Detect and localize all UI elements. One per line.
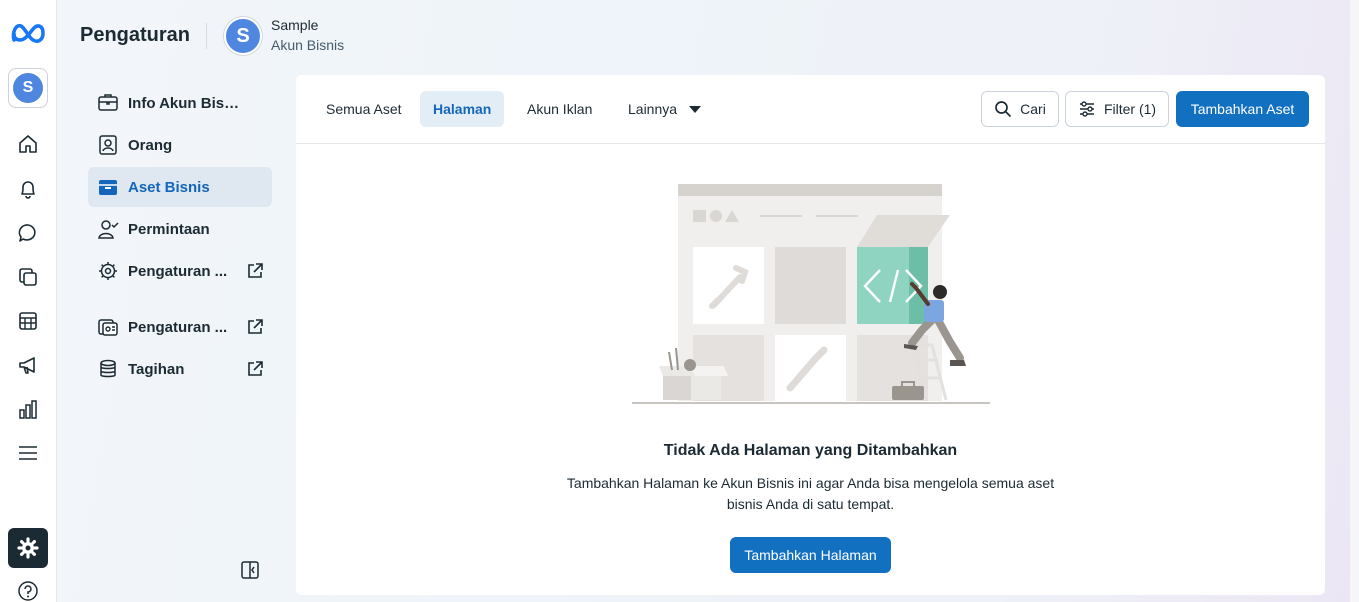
- filter-label: Filter (1): [1103, 101, 1157, 117]
- business-type: Akun Bisnis: [271, 37, 345, 53]
- chart-icon[interactable]: [17, 398, 39, 420]
- page-title: Pengaturan: [80, 24, 191, 46]
- sidebar-item-label: Info Akun Bisnis: [128, 94, 240, 112]
- sidebar-item-label: Orang: [128, 136, 173, 154]
- search-label: Cari: [1020, 101, 1046, 117]
- billing-icon: [97, 358, 119, 380]
- business-avatar[interactable]: S: [224, 17, 262, 55]
- chat-icon[interactable]: [17, 222, 39, 244]
- requests-icon: [97, 218, 119, 240]
- add-asset-button[interactable]: Tambahkan Aset: [1176, 91, 1309, 127]
- tabs-bar: Semua Aset Halaman Akun Iklan Lainnya Ca…: [296, 75, 1325, 144]
- sidebar-item-settings[interactable]: Pengaturan ...: [88, 251, 272, 291]
- chevron-down-icon: [689, 105, 702, 113]
- sidebar-item-label: Aset Bisnis: [128, 178, 210, 196]
- window-scrollbar[interactable]: [1350, 0, 1359, 602]
- pages-icon[interactable]: [17, 266, 39, 288]
- tab-more-label: Lainnya: [628, 101, 678, 117]
- sidebar-item-label: Tagihan: [128, 360, 185, 378]
- gear-icon: [17, 537, 39, 559]
- home-icon[interactable]: [17, 133, 39, 155]
- bell-icon[interactable]: [17, 178, 39, 200]
- sidebar-item-label: Pengaturan ...: [128, 262, 228, 280]
- sidebar-item-billing[interactable]: Tagihan: [88, 349, 272, 389]
- collapse-sidebar-icon[interactable]: [240, 560, 260, 580]
- tab-all-assets[interactable]: Semua Aset: [313, 91, 415, 127]
- table-icon[interactable]: [17, 310, 39, 332]
- sidebar-item-business-assets[interactable]: Aset Bisnis: [88, 167, 272, 207]
- business-name[interactable]: Sample: [271, 17, 318, 33]
- sidebar-item-people[interactable]: Orang: [88, 125, 272, 165]
- left-rail: S: [0, 0, 57, 602]
- empty-state-title: Tidak Ada Halaman yang Ditambahkan: [663, 442, 958, 459]
- megaphone-icon[interactable]: [17, 354, 39, 376]
- tab-ad-accounts[interactable]: Akun Iklan: [514, 91, 605, 127]
- assets-panel: Semua Aset Halaman Akun Iklan Lainnya Ca…: [296, 75, 1325, 595]
- external-link-icon: [248, 263, 263, 278]
- tab-pages[interactable]: Halaman: [420, 91, 505, 127]
- header-divider: [206, 23, 207, 49]
- meta-logo[interactable]: [10, 18, 47, 48]
- empty-state-illustration: [632, 184, 990, 404]
- tab-more[interactable]: Lainnya: [615, 91, 714, 127]
- help-icon[interactable]: [17, 580, 39, 602]
- sidebar-item-business-info[interactable]: Info Akun Bisnis: [88, 83, 272, 123]
- account-switcher[interactable]: S: [8, 68, 48, 108]
- business-info-icon: [97, 92, 119, 114]
- people-icon: [97, 134, 119, 156]
- filter-icon: [1078, 100, 1096, 118]
- external-link-icon: [248, 319, 263, 334]
- sidebar-item-requests[interactable]: Permintaan: [88, 209, 272, 249]
- briefcase-icon: [97, 176, 119, 198]
- account-avatar: S: [13, 73, 43, 103]
- brand-settings-icon: [97, 316, 119, 338]
- sidebar-item-brand-settings[interactable]: Pengaturan ...: [88, 307, 272, 347]
- empty-state-description: Tambahkan Halaman ke Akun Bisnis ini aga…: [566, 475, 1055, 512]
- gear-icon: [97, 260, 119, 282]
- sidebar-item-label: Permintaan: [128, 220, 210, 238]
- filter-button[interactable]: Filter (1): [1065, 91, 1169, 127]
- search-icon: [994, 100, 1012, 118]
- add-page-button[interactable]: Tambahkan Halaman: [730, 537, 891, 573]
- external-link-icon: [248, 361, 263, 376]
- search-button[interactable]: Cari: [981, 91, 1059, 127]
- settings-button[interactable]: [8, 528, 48, 568]
- sidebar-item-label: Pengaturan ...: [128, 318, 228, 336]
- menu-icon[interactable]: [17, 442, 39, 464]
